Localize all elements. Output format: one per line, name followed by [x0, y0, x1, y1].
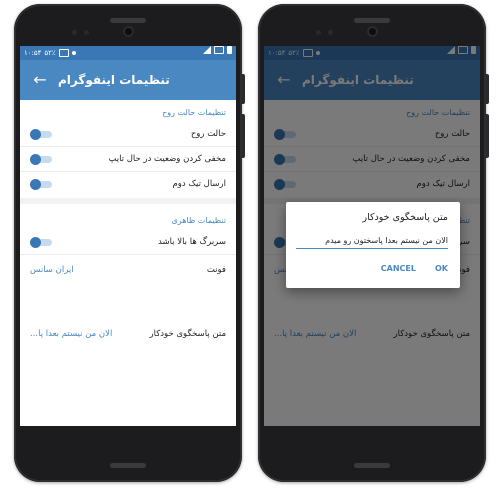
setting-label: مخفی کردن وضعیت در حال تایپ	[108, 154, 226, 164]
setting-row-ghost-mode[interactable]: حالت روح	[20, 122, 236, 147]
settings-list: تنظیمات حالت روح حالت روح مخفی کردن وضعی…	[20, 100, 236, 426]
setting-label: متن پاسخگوی خودکار	[149, 329, 226, 339]
volume-button[interactable]	[486, 114, 489, 158]
notification-icon	[58, 49, 69, 57]
back-arrow-icon[interactable]: ←	[30, 70, 50, 90]
double-tick-toggle[interactable]	[30, 179, 52, 190]
phone-frame-left: ۱۰:۵۴ ۵۲٪ ← تنظیمات اینفوگرام تنظیمات حا…	[14, 4, 245, 482]
setting-label: حالت روح	[190, 129, 226, 139]
hide-typing-toggle[interactable]	[30, 154, 52, 165]
app-bar: ← تنظیمات اینفوگرام	[20, 60, 236, 100]
dialog-title: متن پاسخگوی خودکار	[362, 212, 448, 223]
status-time: ۱۰:۵۴	[24, 49, 42, 57]
signal-icon	[203, 46, 211, 54]
status-bar: ۱۰:۵۴ ۵۲٪	[20, 46, 236, 60]
earpiece-speaker	[110, 18, 146, 23]
bottom-speaker	[110, 463, 146, 468]
volume-button[interactable]	[242, 114, 245, 158]
wifi-icon	[214, 46, 224, 54]
phone-frame-right: ۱۰:۵۴ ۵۲٪ ← تنظیمات اینفوگرام تنظیمات حا…	[258, 4, 489, 482]
status-battery-pct: ۵۲٪	[44, 49, 56, 57]
screen-left: ۱۰:۵۴ ۵۲٪ ← تنظیمات اینفوگرام تنظیمات حا…	[20, 46, 236, 426]
power-button[interactable]	[242, 74, 245, 104]
setting-row-double-tick[interactable]: ارسال تیک دوم	[20, 172, 236, 196]
setting-row-headers-top[interactable]: سربرگ ها بالا باشد	[20, 230, 236, 255]
section-header-appearance: تنظیمات ظاهری	[171, 216, 226, 225]
setting-row-font[interactable]: فونت ایران سانس	[20, 258, 236, 282]
setting-label: فونت	[206, 265, 226, 275]
section-divider	[20, 198, 236, 204]
headers-top-toggle[interactable]	[30, 237, 52, 248]
proximity-sensor	[72, 30, 77, 35]
auto-reply-dialog: متن پاسخگوی خودکار CANCEL OK	[286, 202, 460, 288]
front-camera	[123, 26, 134, 37]
earpiece-speaker	[354, 18, 390, 23]
battery-icon	[227, 46, 232, 54]
setting-label: ارسال تیک دوم	[172, 179, 226, 189]
ghost-mode-toggle[interactable]	[30, 129, 52, 140]
font-value: ایران سانس	[30, 265, 74, 275]
proximity-sensor	[316, 30, 321, 35]
page-title: تنظیمات اینفوگرام	[58, 73, 170, 87]
ok-button[interactable]: OK	[435, 264, 448, 273]
light-sensor	[328, 30, 333, 35]
auto-reply-value: الان من نیستم بعدا پا...	[30, 329, 113, 339]
light-sensor	[84, 30, 89, 35]
cancel-button[interactable]: CANCEL	[381, 264, 416, 273]
power-button[interactable]	[486, 74, 489, 104]
auto-reply-input[interactable]	[296, 232, 448, 249]
section-header-ghost: تنظیمات حالت روح	[162, 108, 226, 117]
sync-icon	[71, 51, 76, 55]
setting-row-auto-reply[interactable]: متن پاسخگوی خودکار الان من نیستم بعدا پا…	[20, 322, 236, 346]
setting-row-hide-typing[interactable]: مخفی کردن وضعیت در حال تایپ	[20, 147, 236, 172]
front-camera	[367, 26, 378, 37]
setting-label: سربرگ ها بالا باشد	[158, 237, 226, 247]
bottom-speaker	[354, 463, 390, 468]
screen-right: ۱۰:۵۴ ۵۲٪ ← تنظیمات اینفوگرام تنظیمات حا…	[264, 46, 480, 426]
